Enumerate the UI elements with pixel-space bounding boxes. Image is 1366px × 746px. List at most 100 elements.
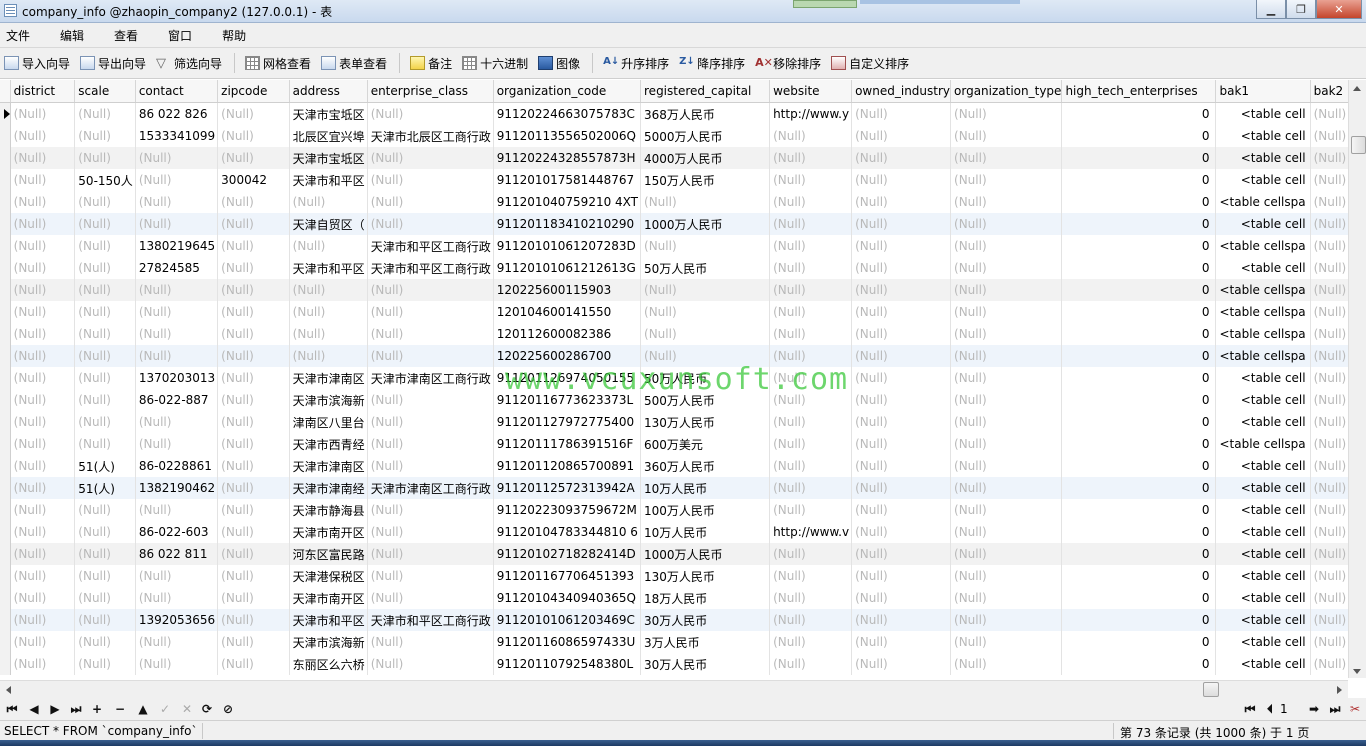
image-button[interactable]: 图像 (534, 51, 584, 75)
cell-website[interactable]: (Null) (769, 455, 853, 477)
row-indicator[interactable] (0, 499, 11, 521)
cell-organization-code[interactable]: 91120101061207283D (493, 235, 642, 257)
row-indicator[interactable] (0, 279, 11, 301)
cell-scale[interactable]: (Null) (74, 631, 136, 653)
cell-website[interactable]: (Null) (769, 323, 853, 345)
cell-high-tech-enterprises[interactable]: 0 (1061, 345, 1217, 367)
cell-owned-industry[interactable]: (Null) (851, 653, 952, 675)
cell-address[interactable]: (Null) (289, 235, 368, 257)
page-first-icon[interactable]: ⏮ (1242, 701, 1258, 717)
cell-district[interactable]: (Null) (10, 609, 76, 631)
cell-zipcode[interactable]: (Null) (217, 411, 290, 433)
grid-view-button[interactable]: 网格查看 (241, 51, 315, 75)
cell-organization-code[interactable]: 91120111786391516F (493, 433, 642, 455)
cell-organization-type[interactable]: (Null) (950, 609, 1063, 631)
cell-registered-capital[interactable]: 30万人民币 (640, 609, 771, 631)
table-row[interactable]: (Null) (Null) (Null) (Null) (Null) (Null) 1202… (0, 279, 1366, 301)
table-row[interactable]: (Null) (Null) 86-022-887 (Null) 天津市滨海新 (Null)… (0, 389, 1366, 411)
cell-contact[interactable]: (Null) (135, 147, 219, 169)
column-header-address[interactable]: address (289, 80, 368, 103)
cell-high-tech-enterprises[interactable]: 0 (1061, 521, 1217, 543)
cell-address[interactable]: 天津市津南区 (289, 455, 368, 477)
row-indicator[interactable] (0, 389, 11, 411)
cell-high-tech-enterprises[interactable]: 0 (1061, 477, 1217, 499)
cell-high-tech-enterprises[interactable]: 0 (1061, 235, 1217, 257)
cell-organization-type[interactable]: (Null) (950, 389, 1063, 411)
column-header-district[interactable]: district (10, 80, 76, 103)
cell-high-tech-enterprises[interactable]: 0 (1061, 499, 1217, 521)
cell-registered-capital[interactable]: 50万人民币 (640, 367, 771, 389)
row-indicator[interactable] (0, 301, 11, 323)
cell-owned-industry[interactable]: (Null) (851, 301, 952, 323)
cell-enterprise-class[interactable]: 天津市津南区工商行政 (367, 367, 494, 389)
cell-bak1[interactable]: <table cell (1215, 565, 1311, 587)
cell-bak1[interactable]: <table cell (1215, 609, 1311, 631)
row-indicator[interactable] (0, 102, 11, 125)
form-view-button[interactable]: 表单查看 (317, 51, 391, 75)
cell-address[interactable]: 天津市滨海新 (289, 389, 368, 411)
cell-website[interactable]: (Null) (769, 235, 853, 257)
row-indicator[interactable] (0, 543, 11, 565)
cell-organization-type[interactable]: (Null) (950, 147, 1063, 169)
table-row[interactable]: (Null) (Null) 1392053656 (Null) 天津市和平区 天津市和平区… (0, 609, 1366, 631)
cell-zipcode[interactable]: (Null) (217, 455, 290, 477)
cell-scale[interactable]: (Null) (74, 433, 136, 455)
cell-contact[interactable]: 1533341099 (135, 125, 219, 147)
cell-website[interactable]: (Null) (769, 653, 853, 675)
cell-contact[interactable]: 86-0228861 (135, 455, 219, 477)
cell-address[interactable]: 津南区八里台 (289, 411, 368, 433)
cell-high-tech-enterprises[interactable]: 0 (1061, 191, 1217, 213)
cell-website[interactable]: (Null) (769, 147, 853, 169)
cell-district[interactable]: (Null) (10, 323, 76, 345)
cell-zipcode[interactable]: (Null) (217, 499, 290, 521)
cell-organization-code[interactable]: 91120104340940365Q (493, 587, 642, 609)
menu-view[interactable]: 查看 (108, 27, 150, 44)
row-indicator[interactable] (0, 653, 11, 675)
cell-district[interactable]: (Null) (10, 191, 76, 213)
cell-website[interactable]: (Null) (769, 411, 853, 433)
row-indicator[interactable] (0, 323, 11, 345)
cell-contact[interactable]: (Null) (135, 213, 219, 235)
cell-address[interactable]: (Null) (289, 279, 368, 301)
cell-district[interactable]: (Null) (10, 653, 76, 675)
cell-zipcode[interactable]: (Null) (217, 102, 290, 125)
table-row[interactable]: (Null) (Null) (Null) (Null) 天津市静海县 (Null) 9112… (0, 499, 1366, 521)
cell-district[interactable]: (Null) (10, 631, 76, 653)
cell-address[interactable]: 天津市宝坻区 (289, 147, 368, 169)
cell-owned-industry[interactable]: (Null) (851, 213, 952, 235)
table-row[interactable]: (Null) (Null) (Null) (Null) 天津市宝坻区 (Null) 9112… (0, 147, 1366, 169)
cell-contact[interactable]: (Null) (135, 411, 219, 433)
cell-zipcode[interactable]: (Null) (217, 345, 290, 367)
cell-website[interactable]: (Null) (769, 565, 853, 587)
cell-enterprise-class[interactable]: (Null) (367, 433, 494, 455)
table-row[interactable]: (Null) (Null) (Null) (Null) (Null) (Null) 1202… (0, 345, 1366, 367)
row-indicator[interactable] (0, 213, 11, 235)
cell-high-tech-enterprises[interactable]: 0 (1061, 257, 1217, 279)
cell-registered-capital[interactable]: 130万人民币 (640, 565, 771, 587)
page-number-input[interactable] (1280, 701, 1302, 717)
cell-registered-capital[interactable]: 4000万人民币 (640, 147, 771, 169)
cell-enterprise-class[interactable]: (Null) (367, 521, 494, 543)
cell-owned-industry[interactable]: (Null) (851, 102, 952, 125)
cell-owned-industry[interactable]: (Null) (851, 499, 952, 521)
row-indicator[interactable] (0, 235, 11, 257)
cell-registered-capital[interactable]: (Null) (640, 279, 771, 301)
cell-contact[interactable]: (Null) (135, 323, 219, 345)
horizontal-scrollbar[interactable] (0, 680, 1348, 698)
cell-address[interactable]: (Null) (289, 323, 368, 345)
cell-scale[interactable]: (Null) (74, 367, 136, 389)
cell-address[interactable]: (Null) (289, 301, 368, 323)
cell-bak1[interactable]: <table cell (1215, 455, 1311, 477)
cell-enterprise-class[interactable]: 天津市和平区工商行政 (367, 235, 494, 257)
row-indicator[interactable] (0, 587, 11, 609)
cell-district[interactable]: (Null) (10, 213, 76, 235)
row-indicator[interactable] (0, 521, 11, 543)
cell-website[interactable]: (Null) (769, 433, 853, 455)
cell-website[interactable]: (Null) (769, 631, 853, 653)
cell-contact[interactable]: (Null) (135, 169, 219, 191)
hex-button[interactable]: 十六进制 (458, 51, 532, 75)
cell-address[interactable]: (Null) (289, 191, 368, 213)
cell-owned-industry[interactable]: (Null) (851, 147, 952, 169)
cell-scale[interactable]: 51(人) (74, 455, 136, 477)
cell-organization-code[interactable]: 120225600286700 (493, 345, 642, 367)
